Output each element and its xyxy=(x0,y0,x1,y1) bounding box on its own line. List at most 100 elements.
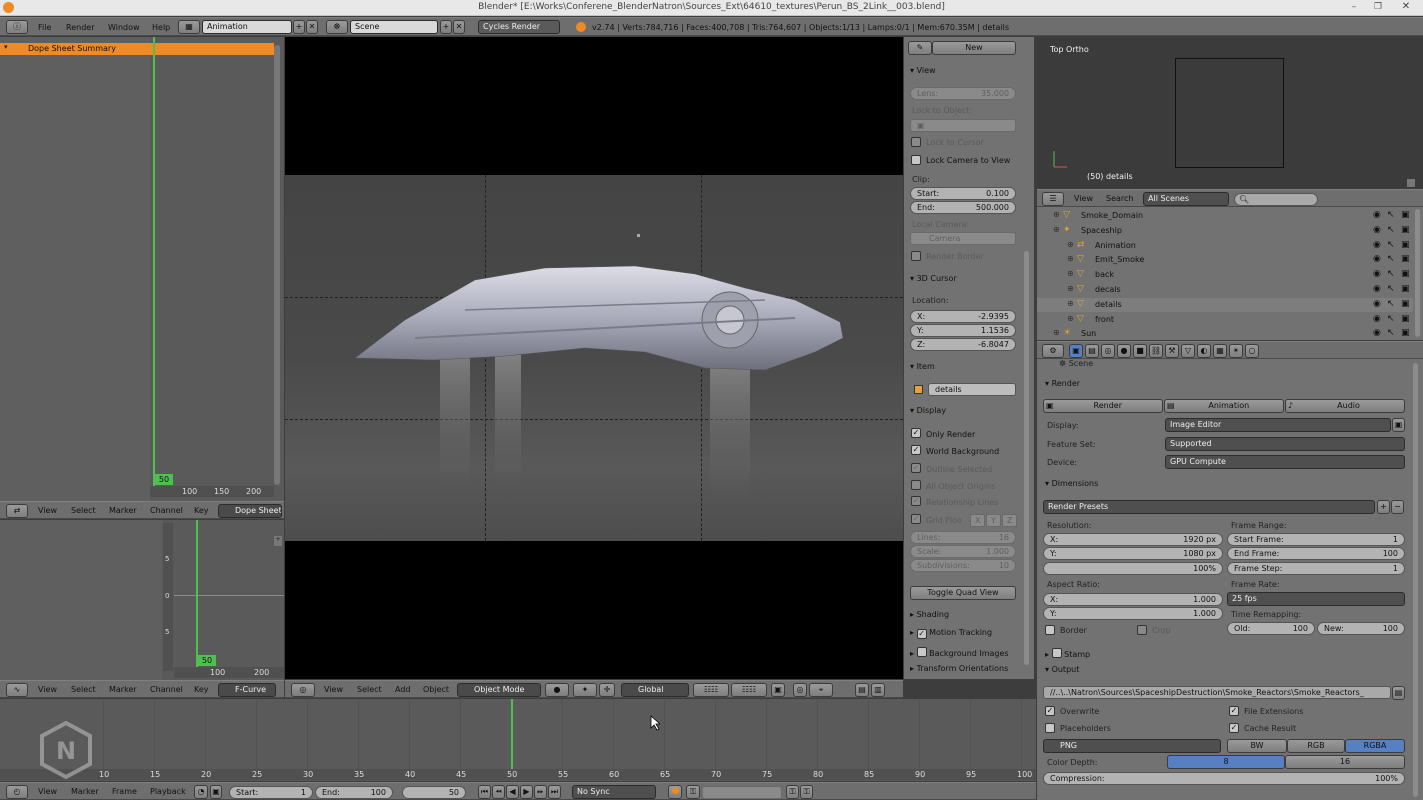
particles-tab-icon[interactable]: ✴ xyxy=(1229,344,1243,358)
editor-type-timeline-icon[interactable]: ◴ xyxy=(6,785,28,799)
dopesheet-mode-select[interactable]: Dope Sheet xyxy=(218,504,282,518)
outliner-filter-select[interactable]: All Scenes xyxy=(1143,192,1229,206)
scene-tab-icon[interactable]: ◎ xyxy=(1101,344,1115,358)
use-preview-range-icon[interactable]: ◔ xyxy=(194,785,208,799)
visibility-eye-icon[interactable]: ◉ xyxy=(1373,269,1381,279)
animation-button[interactable]: ▤ Animation xyxy=(1164,399,1284,413)
lock-camera-checkbox[interactable] xyxy=(911,155,921,165)
outliner-row[interactable]: ⊕ ☀ Sun ◉ ↖ ▣ xyxy=(1037,327,1413,341)
expand-icon[interactable]: ⊕ xyxy=(1067,284,1074,293)
add-layout-button[interactable]: + xyxy=(293,20,305,34)
selectable-arrow-icon[interactable]: ↖ xyxy=(1387,240,1395,250)
graph-menu-marker[interactable]: Marker xyxy=(109,685,137,694)
resolution-y-field[interactable]: Y: 1080 px xyxy=(1043,547,1223,560)
outliner-row[interactable]: ⊕ ✦ Spaceship ◉ ↖ ▣ xyxy=(1037,224,1413,238)
viewport-menu-add[interactable]: Add xyxy=(395,685,411,694)
expand-icon[interactable]: ⊕ xyxy=(1067,269,1074,278)
expand-icon[interactable]: ⊕ xyxy=(1067,240,1074,249)
render-layers-tab-icon[interactable]: ▤ xyxy=(1085,344,1099,358)
graph-sidebar-toggle-icon[interactable]: + xyxy=(274,536,282,546)
selectable-arrow-icon[interactable]: ↖ xyxy=(1387,299,1395,309)
selectable-arrow-icon[interactable]: ↖ xyxy=(1387,225,1395,235)
viewport-menu-view[interactable]: View xyxy=(324,685,343,694)
maximize-button[interactable]: ❐ xyxy=(1368,1,1388,13)
mode-select[interactable]: Object Mode xyxy=(457,683,541,697)
new-button[interactable]: New xyxy=(932,41,1016,55)
scene-icon[interactable]: ☸ xyxy=(326,20,348,34)
renderable-camera-icon[interactable]: ▣ xyxy=(1401,269,1410,279)
motion-tracking-panel-header[interactable]: ▸ ✓ Motion Tracking xyxy=(910,628,992,639)
timeline-menu-marker[interactable]: Marker xyxy=(71,787,99,796)
dopesheet-menu-view[interactable]: View xyxy=(38,506,57,515)
start-frame-field[interactable]: Start Frame: 1 xyxy=(1227,533,1405,546)
grease-pencil-icon[interactable]: ✎ xyxy=(908,41,932,55)
feature-set-select[interactable]: Supported xyxy=(1165,437,1405,451)
world-tab-icon[interactable]: ● xyxy=(1117,344,1131,358)
editor-type-properties-icon[interactable]: ⚙ xyxy=(1042,344,1064,358)
remove-preset-button[interactable]: − xyxy=(1391,500,1404,514)
expand-icon[interactable]: ⊕ xyxy=(1067,314,1074,323)
visibility-eye-icon[interactable]: ◉ xyxy=(1373,210,1381,220)
color-rgba-button[interactable]: RGBA xyxy=(1345,739,1405,753)
play-reverse-button[interactable]: ◀ xyxy=(506,785,519,799)
time-remap-old-field[interactable]: Old: 100 xyxy=(1227,622,1315,635)
selectable-arrow-icon[interactable]: ↖ xyxy=(1387,314,1395,324)
editor-type-dopesheet-icon[interactable]: ⇄ xyxy=(6,504,28,518)
renderable-camera-icon[interactable]: ▣ xyxy=(1401,240,1410,250)
dopesheet-menu-marker[interactable]: Marker xyxy=(109,506,137,515)
remove-layout-button[interactable]: ✕ xyxy=(306,20,318,34)
render-panel-header[interactable]: ▾ Render xyxy=(1045,379,1080,388)
stamp-checkbox[interactable] xyxy=(1051,648,1062,658)
editor-type-3dview-icon[interactable]: ◎ xyxy=(291,683,315,697)
background-images-checkbox[interactable] xyxy=(916,647,927,657)
output-panel-header[interactable]: ▾ Output xyxy=(1045,665,1079,674)
menu-render[interactable]: Render xyxy=(66,23,94,32)
frame-rate-select[interactable]: 25 fps xyxy=(1227,592,1405,606)
manipulator-icon[interactable]: ✛ xyxy=(599,683,615,697)
expand-icon[interactable]: ⊕ xyxy=(1067,299,1074,308)
background-images-panel-header[interactable]: ▸ Background Images xyxy=(910,646,1009,658)
graph-menu-select[interactable]: Select xyxy=(71,685,96,694)
outliner-row[interactable]: ⊕ ▽ front ◉ ↖ ▣ xyxy=(1037,313,1413,327)
cursor-z-field[interactable]: Z: -6.8047 xyxy=(910,338,1016,351)
time-remap-new-field[interactable]: New: 100 xyxy=(1317,622,1405,635)
audio-button[interactable]: ♪ Audio xyxy=(1285,399,1405,413)
proportional-edit-icon[interactable]: ◎ xyxy=(793,683,807,697)
output-folder-icon[interactable]: ▤ xyxy=(1392,686,1405,700)
insert-keyframe-icon[interactable]: ⚿︎ xyxy=(786,785,799,799)
lock-range-icon[interactable]: ▣ xyxy=(210,785,222,799)
end-frame-field[interactable]: End Frame: 100 xyxy=(1227,547,1405,560)
display-fullscreen-icon[interactable]: ▣ xyxy=(1392,418,1405,432)
only-render-checkbox[interactable]: ✓ xyxy=(911,428,921,438)
orientation-select[interactable]: Global xyxy=(621,683,689,697)
viewport-menu-select[interactable]: Select xyxy=(357,685,382,694)
outliner-search-input[interactable]: 🔍︎ xyxy=(1234,193,1318,206)
shading-panel-header[interactable]: ▸ Shading xyxy=(910,610,949,619)
screen-layout-select[interactable]: Animation xyxy=(202,20,292,34)
editor-type-outliner-icon[interactable]: ☰ xyxy=(1042,192,1064,206)
outliner-row[interactable]: ⊕ ▽ decals ◉ ↖ ▣ xyxy=(1037,283,1413,297)
selectable-arrow-icon[interactable]: ↖ xyxy=(1387,210,1395,220)
color-depth-16-button[interactable]: 16 xyxy=(1285,755,1405,769)
dopesheet-summary-row[interactable]: ▾ Dope Sheet Summary xyxy=(0,43,274,55)
aspect-y-field[interactable]: Y: 1.000 xyxy=(1043,607,1223,620)
menu-window[interactable]: Window xyxy=(108,23,140,32)
color-bw-button[interactable]: BW xyxy=(1227,739,1287,753)
renderable-camera-icon[interactable]: ▣ xyxy=(1401,314,1410,324)
npanel-scrollbar[interactable] xyxy=(1024,251,1029,665)
graph-menu-view[interactable]: View xyxy=(38,685,57,694)
cursor-panel-header[interactable]: ▾ 3D Cursor xyxy=(910,274,957,283)
render-presets-select[interactable]: Render Presets xyxy=(1043,500,1375,514)
view-panel-header[interactable]: ▾ View xyxy=(910,66,936,75)
render-button[interactable]: ▣ Render xyxy=(1043,399,1163,413)
visibility-eye-icon[interactable]: ◉ xyxy=(1373,314,1381,324)
top-ortho-sidebar-icon[interactable] xyxy=(1407,179,1415,187)
renderable-camera-icon[interactable]: ▣ xyxy=(1401,254,1410,264)
cursor-x-field[interactable]: X: -2.9395 xyxy=(910,310,1016,323)
3d-viewport[interactable] xyxy=(285,37,903,679)
graph-menu-key[interactable]: Key xyxy=(194,685,209,694)
viewport-menu-object[interactable]: Object xyxy=(423,685,449,694)
visibility-eye-icon[interactable]: ◉ xyxy=(1373,225,1381,235)
output-path-field[interactable]: //..\..\Natron\Sources\SpaceshipDestruct… xyxy=(1043,686,1391,699)
snap-target-icon[interactable]: ⌖ xyxy=(809,683,833,697)
